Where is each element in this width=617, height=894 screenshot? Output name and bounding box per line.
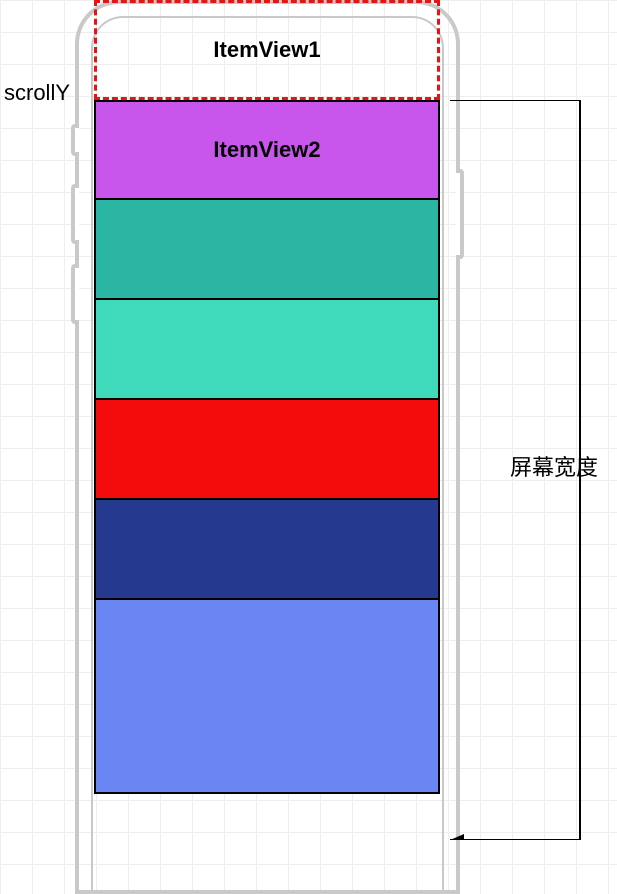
phone-side-button [71,264,79,324]
list-item [94,400,440,500]
list-item [94,500,440,600]
item-list: ItemView2 [94,100,440,794]
screen-width-label: 屏幕宽度 [510,450,598,482]
list-item [94,600,440,794]
item-label: ItemView2 [213,137,320,163]
phone-side-button [71,124,79,156]
list-item [94,200,440,300]
offscreen-item-dashed: ItemView1 [94,0,440,100]
phone-side-button [71,184,79,244]
list-item: ItemView2 [94,100,440,200]
list-item [94,300,440,400]
item-label: ItemView1 [213,37,320,63]
scrolly-label: scrollY [4,80,70,106]
